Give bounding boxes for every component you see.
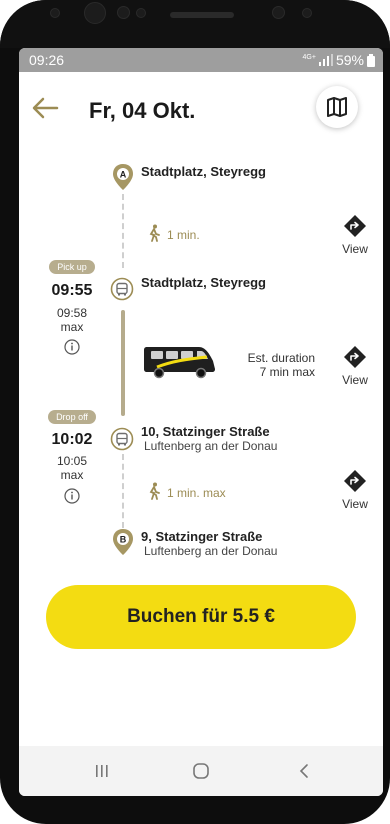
sensor-dot: [302, 8, 312, 18]
walking-icon: [149, 224, 160, 242]
walk-path-dotted: [122, 454, 124, 528]
status-right: 4G+ 59%: [303, 52, 375, 68]
location-pin-b-icon: B: [113, 529, 133, 555]
back-button[interactable]: [289, 758, 319, 784]
bus-stop-pickup-icon: [110, 277, 134, 301]
directions-icon: [344, 215, 366, 237]
view-label: View: [342, 373, 368, 387]
phone-bezel-top: [0, 0, 390, 48]
pin-b-letter: B: [120, 535, 127, 545]
walk-duration-1: 1 min.: [167, 228, 200, 242]
ride-path-line: [121, 310, 125, 416]
ride-duration-value: 7 min max: [259, 365, 315, 379]
battery-percent: 59%: [335, 52, 364, 68]
sensor-dot: [136, 8, 146, 18]
dropoff-max-label: max: [60, 468, 84, 482]
page-title: Fr, 04 Okt.: [89, 98, 196, 123]
view-label: View: [342, 497, 368, 511]
ride-duration: Est. duration 7 min max: [225, 351, 315, 379]
dropoff-badge: Drop off: [48, 410, 96, 424]
route-timeline: A Stadtplatz, Steyregg 1 min. View Pick …: [19, 148, 383, 748]
directions-icon: [344, 470, 366, 492]
map-icon: [327, 97, 347, 117]
location-pin-a-icon: A: [113, 164, 133, 190]
walk-path-dotted: [122, 194, 124, 268]
walking-icon: [149, 482, 160, 500]
home-icon: [193, 763, 209, 779]
dropoff-max-time: 10:05: [56, 454, 88, 468]
walk-duration-2: 1 min. max: [167, 486, 226, 500]
sensor-dot: [50, 8, 60, 18]
signal-icon: [318, 54, 333, 66]
nav-back-icon: [299, 764, 308, 778]
back-arrow-icon[interactable]: [31, 94, 59, 122]
ride-duration-label: Est. duration: [247, 351, 315, 365]
bus-stop-dropoff-icon: [110, 427, 134, 451]
earpiece-speaker: [170, 12, 234, 18]
view-walk-2-button[interactable]: View: [335, 470, 375, 511]
app-screen: 09:26 4G+ 59% Fr, 04 Okt. A Stadtplatz, …: [19, 48, 383, 796]
pin-a-letter: A: [120, 170, 127, 180]
book-button[interactable]: Buchen für 5.5 €: [46, 585, 356, 649]
page-header: Fr, 04 Okt.: [19, 72, 383, 148]
map-button[interactable]: [316, 86, 358, 128]
pickup-badge: Pick up: [49, 260, 95, 274]
pickup-info-icon[interactable]: [64, 339, 80, 355]
dropoff-stop-name: 10, Statzinger Straße: [141, 424, 270, 439]
minibus-icon: [144, 347, 215, 379]
start-stop-name: Stadtplatz, Steyregg: [141, 164, 266, 179]
dropoff-stop-sub: Luftenberg an der Donau: [144, 439, 278, 453]
view-ride-button[interactable]: View: [335, 346, 375, 387]
front-camera: [84, 2, 106, 24]
end-stop-sub: Luftenberg an der Donau: [144, 544, 278, 558]
view-label: View: [342, 242, 368, 256]
network-type: 4G+: [302, 53, 316, 61]
sensor-dot: [117, 6, 130, 19]
recent-apps-icon: [96, 765, 108, 777]
battery-icon: [367, 53, 375, 67]
recent-apps-button[interactable]: [87, 758, 117, 784]
status-time: 09:26: [29, 52, 65, 68]
android-nav-bar: [19, 746, 383, 796]
pickup-max-label: max: [60, 320, 84, 334]
home-button[interactable]: [186, 758, 216, 784]
pickup-time: 09:55: [51, 282, 93, 299]
view-walk-1-button[interactable]: View: [335, 215, 375, 256]
pickup-max-time: 09:58: [56, 306, 88, 320]
iris-sensor: [272, 6, 285, 19]
directions-icon: [344, 346, 366, 368]
dropoff-time: 10:02: [51, 431, 93, 448]
end-stop-name: 9, Statzinger Straße: [141, 529, 263, 544]
dropoff-info-icon[interactable]: [64, 488, 80, 504]
phone-frame: 09:26 4G+ 59% Fr, 04 Okt. A Stadtplatz, …: [0, 0, 390, 824]
pickup-stop-name: Stadtplatz, Steyregg: [141, 275, 266, 290]
status-bar: 09:26 4G+ 59%: [19, 48, 383, 72]
